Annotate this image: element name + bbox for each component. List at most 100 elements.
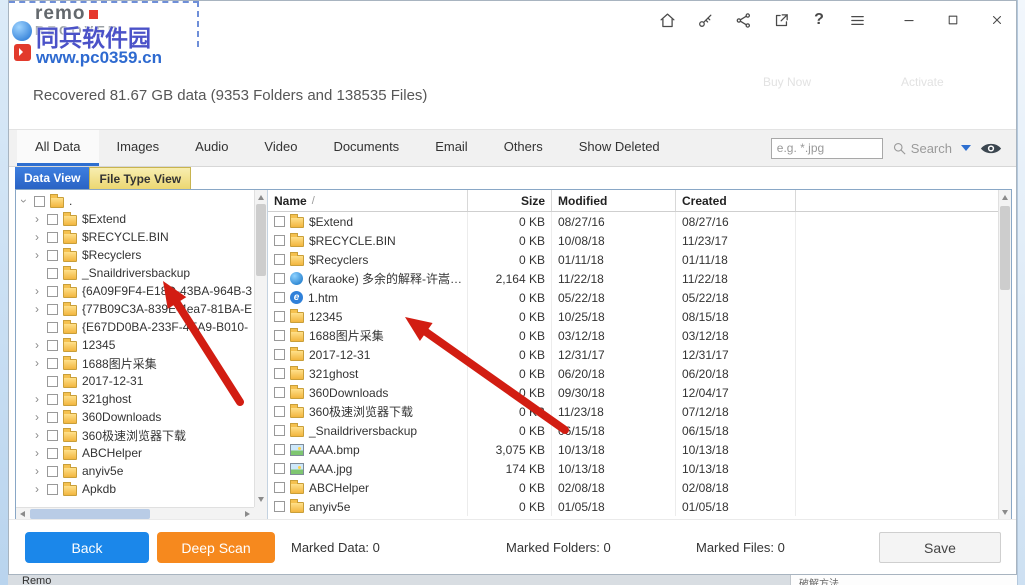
checkbox[interactable] — [274, 444, 285, 455]
checkbox[interactable] — [274, 311, 285, 322]
checkbox[interactable] — [274, 368, 285, 379]
filter-tab-video[interactable]: Video — [246, 130, 315, 166]
checkbox[interactable] — [47, 286, 58, 297]
tree-item[interactable]: ›1688图片采集 — [16, 354, 254, 372]
checkbox[interactable] — [47, 268, 58, 279]
table-vscroll-thumb[interactable] — [1000, 206, 1010, 290]
tree-item[interactable]: ›360极速浏览器下载 — [16, 426, 254, 444]
back-button[interactable]: Back — [25, 532, 149, 563]
expand-chevron-icon[interactable]: › — [32, 356, 42, 370]
file-row[interactable]: 360极速浏览器下载0 KB11/23/1807/12/18 — [268, 402, 998, 421]
checkbox[interactable] — [274, 216, 285, 227]
checkbox[interactable] — [274, 425, 285, 436]
expand-chevron-icon[interactable]: › — [32, 482, 42, 496]
checkbox[interactable] — [47, 232, 58, 243]
scroll-right-icon[interactable] — [245, 511, 250, 517]
checkbox[interactable] — [274, 349, 285, 360]
expand-chevron-icon[interactable]: › — [32, 428, 42, 442]
preview-eye-icon[interactable] — [980, 141, 1002, 156]
tree-item[interactable]: ›Apkdb — [16, 480, 254, 498]
checkbox[interactable] — [47, 304, 58, 315]
tree-item[interactable]: ›$Recyclers — [16, 246, 254, 264]
checkbox[interactable] — [47, 340, 58, 351]
tree-item[interactable]: _Snaildriversbackup — [16, 264, 254, 282]
file-row[interactable]: 360Downloads0 KB09/30/1812/04/17 — [268, 383, 998, 402]
file-row[interactable]: 321ghost0 KB06/20/1806/20/18 — [268, 364, 998, 383]
table-vertical-scrollbar[interactable] — [998, 190, 1011, 520]
key-icon[interactable] — [696, 11, 714, 29]
expand-chevron-icon[interactable]: › — [32, 302, 42, 316]
home-icon[interactable] — [658, 11, 676, 29]
checkbox[interactable] — [274, 501, 285, 512]
tree-vscroll-thumb[interactable] — [256, 204, 266, 276]
tree-item[interactable]: ›{77B09C3A-839E-4ea7-81BA-E — [16, 300, 254, 318]
checkbox[interactable] — [47, 322, 58, 333]
checkbox[interactable] — [34, 196, 45, 207]
scroll-up-icon[interactable] — [258, 195, 264, 200]
tree-vertical-scrollbar[interactable] — [254, 190, 267, 507]
tab-data-view[interactable]: Data View — [15, 167, 89, 189]
tab-file-type-view[interactable]: File Type View — [89, 167, 191, 189]
file-row[interactable]: 123450 KB10/25/1808/15/18 — [268, 307, 998, 326]
expand-chevron-icon[interactable]: › — [32, 392, 42, 406]
search-button[interactable]: Search — [892, 141, 952, 156]
deep-scan-button[interactable]: Deep Scan — [157, 532, 275, 563]
checkbox[interactable] — [47, 394, 58, 405]
scroll-down-icon[interactable] — [258, 497, 264, 502]
filter-tab-documents[interactable]: Documents — [315, 130, 417, 166]
file-row[interactable]: anyiv5e0 KB01/05/1801/05/18 — [268, 497, 998, 516]
activate-link[interactable]: Activate — [901, 75, 944, 89]
tree-hscroll-thumb[interactable] — [30, 509, 150, 519]
column-header-created[interactable]: Created — [676, 190, 796, 211]
scroll-up-icon[interactable] — [1002, 195, 1008, 200]
column-header-size[interactable]: Size — [468, 190, 552, 211]
expand-chevron-icon[interactable]: › — [32, 464, 42, 478]
expand-chevron-icon[interactable]: › — [32, 410, 42, 424]
tree-item[interactable]: ›anyiv5e — [16, 462, 254, 480]
filter-tab-images[interactable]: Images — [99, 130, 178, 166]
checkbox[interactable] — [274, 482, 285, 493]
share-icon[interactable] — [734, 11, 752, 29]
checkbox[interactable] — [47, 358, 58, 369]
expand-chevron-icon[interactable]: › — [32, 212, 42, 226]
open-external-icon[interactable] — [772, 11, 790, 29]
checkbox[interactable] — [274, 292, 285, 303]
file-row[interactable]: ABCHelper0 KB02/08/1802/08/18 — [268, 478, 998, 497]
checkbox[interactable] — [47, 448, 58, 459]
search-dropdown-icon[interactable] — [961, 145, 971, 151]
save-button[interactable]: Save — [879, 532, 1001, 563]
maximize-button[interactable] — [944, 11, 962, 29]
filter-tab-others[interactable]: Others — [486, 130, 561, 166]
column-header-name[interactable]: Name / — [268, 190, 468, 211]
checkbox[interactable] — [274, 387, 285, 398]
expand-chevron-icon[interactable]: › — [32, 446, 42, 460]
checkbox[interactable] — [47, 466, 58, 477]
checkbox[interactable] — [274, 235, 285, 246]
checkbox[interactable] — [47, 430, 58, 441]
file-row[interactable]: $Recyclers0 KB01/11/1801/11/18 — [268, 250, 998, 269]
checkbox[interactable] — [274, 273, 285, 284]
file-row[interactable]: _Snaildriversbackup0 KB06/15/1806/15/18 — [268, 421, 998, 440]
file-row[interactable]: $Extend0 KB08/27/1608/27/16 — [268, 212, 998, 231]
tree-item[interactable]: {E67DD0BA-233F-4EA9-B010- — [16, 318, 254, 336]
expand-chevron-icon[interactable]: › — [32, 284, 42, 298]
checkbox[interactable] — [274, 330, 285, 341]
close-button[interactable] — [988, 11, 1006, 29]
tree-item[interactable]: ›360Downloads — [16, 408, 254, 426]
file-row[interactable]: 2017-12-310 KB12/31/1712/31/17 — [268, 345, 998, 364]
tree-root-item[interactable]: › . — [16, 192, 254, 210]
checkbox[interactable] — [47, 214, 58, 225]
file-row[interactable]: AAA.jpg174 KB10/13/1810/13/18 — [268, 459, 998, 478]
tree-item[interactable]: ›321ghost — [16, 390, 254, 408]
filter-tab-show-deleted[interactable]: Show Deleted — [561, 130, 678, 166]
checkbox[interactable] — [274, 254, 285, 265]
file-row[interactable]: $RECYCLE.BIN0 KB10/08/1811/23/17 — [268, 231, 998, 250]
file-row[interactable]: e1.htm0 KB05/22/1805/22/18 — [268, 288, 998, 307]
checkbox[interactable] — [47, 412, 58, 423]
search-input[interactable] — [771, 138, 883, 159]
help-icon[interactable]: ? — [810, 11, 828, 29]
expand-chevron-icon[interactable]: › — [32, 338, 42, 352]
tree-item[interactable]: ›{6A09F9F4-E18D-43BA-964B-3 — [16, 282, 254, 300]
tree-item[interactable]: ›$RECYCLE.BIN — [16, 228, 254, 246]
tree-item[interactable]: ›$Extend — [16, 210, 254, 228]
